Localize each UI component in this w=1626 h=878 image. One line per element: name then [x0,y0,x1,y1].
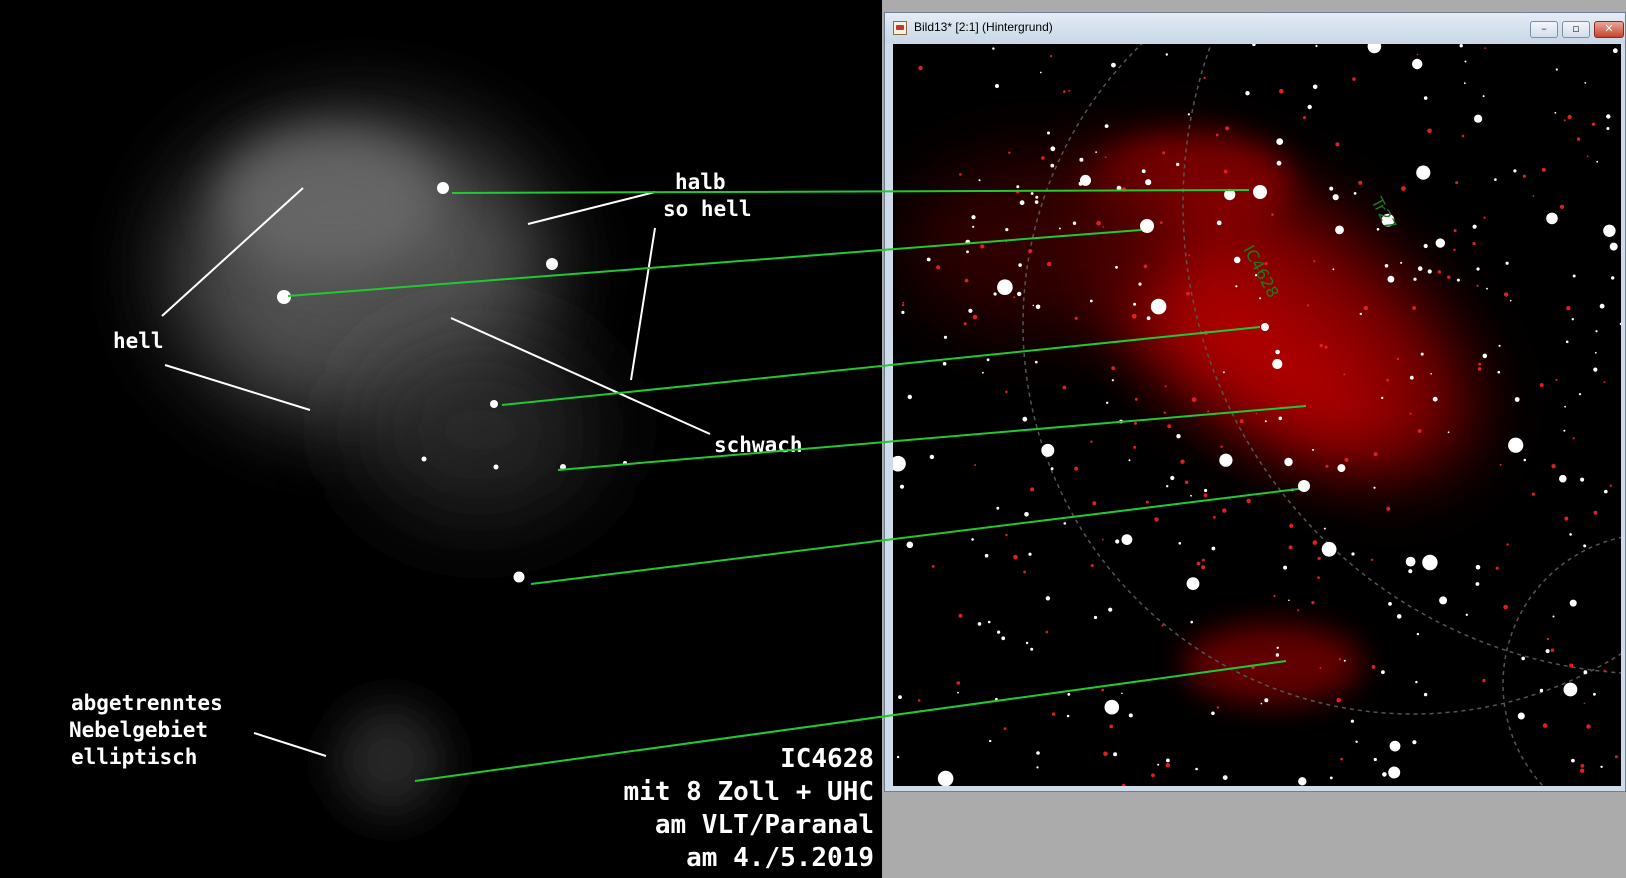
connector-lines [287,189,1307,782]
connector-line [557,405,1307,471]
star [1253,185,1267,199]
endpoint-stars [1140,185,1310,492]
connector-line [501,326,1261,406]
star [1298,480,1310,492]
connector-line [451,189,1250,194]
connector-line [530,487,1307,585]
star [1140,219,1154,233]
connector-line [414,660,1287,782]
star [1261,323,1269,331]
connector-overlay [287,185,1310,782]
connector-line [287,229,1142,297]
